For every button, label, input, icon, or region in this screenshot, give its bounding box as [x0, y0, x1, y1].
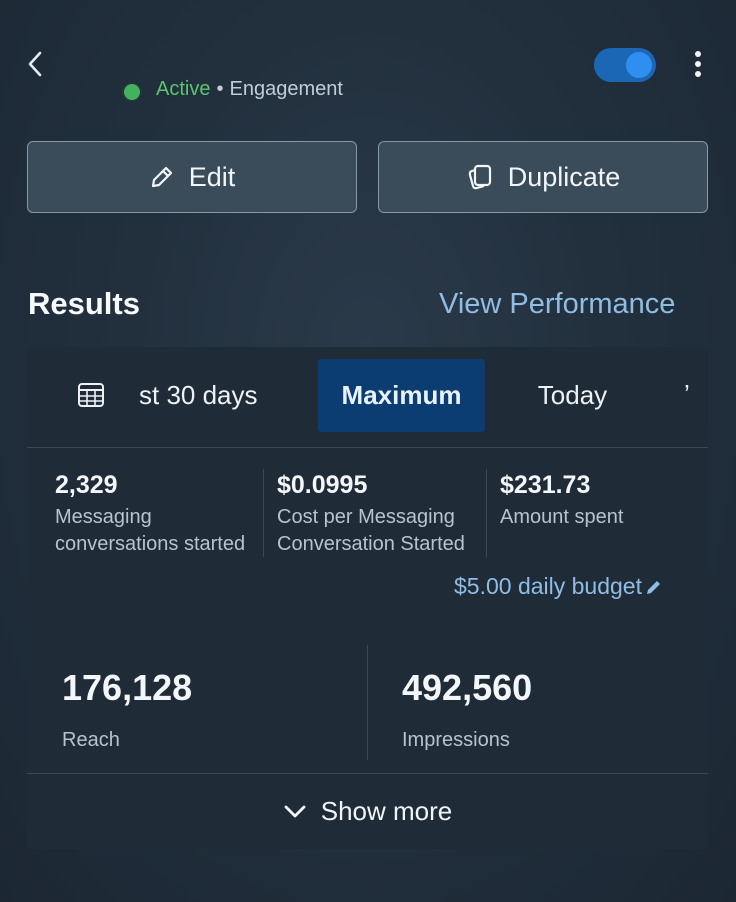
metric-value: $231.73 [500, 471, 591, 499]
metric-value: $0.0995 [277, 471, 368, 499]
metric-amount-spent: $231.73 Amount spent [500, 471, 623, 531]
duplicate-label: Duplicate [507, 161, 621, 192]
back-button[interactable] [22, 48, 50, 80]
divider [263, 469, 264, 557]
divider [486, 469, 487, 557]
date-range-tabs: st 30 days Maximum Today ʼ [27, 347, 708, 448]
metric-messaging-conversations: 2,329 Messaging conversations started [55, 471, 245, 558]
metric-label: Amount spent [500, 506, 624, 528]
duplicate-icon [468, 164, 491, 190]
budget-label: $5.00 daily budget [454, 573, 642, 599]
divider [367, 645, 368, 760]
pencil-icon [647, 580, 660, 594]
metric-value: 2,329 [55, 471, 118, 499]
metric-label: Conversation Started [277, 533, 465, 555]
metric-cost-per-conversation: $0.0995 Cost per Messaging Conversation … [277, 471, 465, 558]
impressions-label: Impressions [402, 729, 510, 751]
duplicate-button[interactable]: Duplicate [378, 141, 708, 213]
edit-button[interactable]: Edit [27, 141, 357, 213]
chevron-left-icon [28, 51, 42, 77]
status-label: Active [156, 78, 211, 100]
view-performance-link[interactable]: View Performance [439, 288, 675, 321]
calendar-icon[interactable] [77, 381, 105, 409]
toggle-knob [626, 52, 652, 78]
results-card: st 30 days Maximum Today ʼ 2,329 Messagi… [27, 347, 708, 849]
campaign-toggle[interactable] [594, 48, 656, 82]
metric-label: Messaging [55, 506, 152, 528]
tab-maximum[interactable]: Maximum [318, 359, 485, 432]
edit-label: Edit [188, 161, 236, 192]
metric-impressions: 492,560 Impressions [402, 667, 532, 752]
daily-budget-link[interactable]: $5.00 daily budget [454, 573, 664, 600]
results-title: Results [28, 286, 140, 321]
more-options-button[interactable] [688, 48, 708, 80]
tab-next-partial[interactable]: ʼ [679, 359, 695, 432]
kebab-icon [688, 51, 708, 77]
reach-value: 176,128 [62, 667, 193, 708]
objective-label: Engagement [229, 78, 343, 100]
tab-last-30-days[interactable]: st 30 days [139, 359, 289, 432]
metric-label: Cost per Messaging [277, 506, 455, 528]
pencil-icon [151, 166, 172, 188]
show-more-label: Show more [320, 796, 453, 826]
metric-reach: 176,128 Reach [62, 667, 192, 752]
separator: • [216, 78, 224, 100]
status-dot-icon [122, 82, 142, 102]
show-more-button[interactable]: Show more [27, 774, 708, 849]
tab-today[interactable]: Today [507, 359, 638, 432]
reach-label: Reach [62, 729, 120, 751]
metric-label: conversations started [55, 533, 246, 555]
chevron-down-icon [284, 805, 306, 817]
impressions-value: 492,560 [402, 667, 533, 708]
campaign-subtitle: Active • Engagement [156, 76, 343, 102]
